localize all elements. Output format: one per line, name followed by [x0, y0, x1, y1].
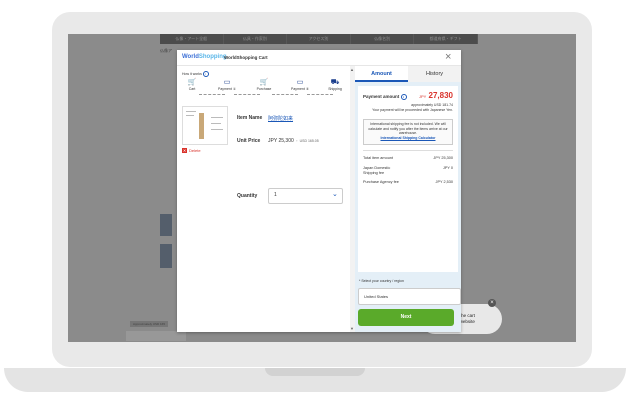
step-label: Purchase [256, 87, 272, 91]
step-label: Cart [188, 87, 196, 91]
step-connector [199, 94, 225, 95]
how-it-works-label: How it works [182, 72, 202, 76]
step-cart: 🛒 Cart [177, 78, 207, 91]
fee-row: Japan Domestic Shipping fee JPY 0 [363, 166, 453, 176]
item-name-link[interactable]: 阿弥陀如来 [268, 115, 293, 122]
item-name-label: Item Name [237, 115, 263, 121]
scroll-down-icon[interactable]: ▼ [350, 326, 354, 331]
step-payment-2: ▭ Payment ② [285, 78, 315, 91]
step-connector [307, 94, 333, 95]
step-shipping: ⛟ Shipping [320, 78, 350, 91]
delete-button[interactable]: ✕ Delete [182, 148, 201, 153]
next-button[interactable]: Next [358, 309, 454, 326]
fee-label: Total item amount [363, 156, 393, 160]
product-text-line [211, 123, 221, 124]
card-icon: ▭ [296, 79, 304, 86]
step-label: Shipping [328, 87, 342, 91]
product-text-line [186, 111, 196, 112]
step-connector [272, 94, 298, 95]
payment-value: 27,830 [428, 91, 453, 100]
cart-icon: 🛒 [187, 79, 197, 86]
cart-modal: WorldShopping WorldShopping Cart × How i… [177, 50, 461, 332]
chevron-down-icon: ⌄ [332, 191, 338, 198]
country-label: * Select your country / region [359, 279, 404, 283]
product-text-line [186, 115, 194, 116]
step-label: Payment ② [291, 87, 309, 91]
progress-steps: 🛒 Cart ▭ Payment ① 🛒 Purchase ▭ Payment … [177, 78, 355, 103]
fee-value: JPY 2,530 [435, 180, 453, 184]
product-figure [199, 113, 204, 139]
fee-label: Japan Domestic Shipping fee [363, 166, 391, 175]
payment-amount-label: Payment amount i [363, 94, 407, 100]
fee-row: Total item amount JPY 25,300 [363, 156, 453, 162]
quantity-value: 1 [274, 192, 277, 198]
step-label: Payment ① [218, 87, 236, 91]
approx-usd: approximately USD 181.74 [411, 103, 453, 107]
laptop-notch [265, 368, 365, 376]
fee-value: JPY 0 [442, 166, 453, 170]
unit-price: JPY 25,300 ・ USD 165.05 [268, 138, 319, 144]
modal-header: WorldShopping WorldShopping Cart × [177, 50, 461, 66]
card-icon: ▭ [223, 79, 231, 86]
fee-label: Purchase Agency fee [363, 180, 399, 184]
logo-shopping: Shopping [198, 54, 227, 60]
shipping-calculator-link[interactable]: International Shipping Calculator [366, 136, 450, 141]
quantity-label: Quantity [237, 193, 258, 199]
cart-items-pane: How it works i 🛒 Cart ▭ Payment ① 🛒 Purc… [177, 66, 355, 332]
unit-price-label: Unit Price [237, 138, 261, 144]
amount-card: Payment amount i JPY 27,830 approximatel… [358, 86, 458, 272]
quantity-select[interactable]: 1 ⌄ [268, 188, 343, 204]
scroll-up-icon[interactable]: ▲ [350, 67, 354, 72]
product-text-line [211, 117, 223, 118]
step-purchase: 🛒 Purchase [249, 78, 279, 91]
product-text-line [211, 129, 223, 130]
payment-amount-text: Payment amount [363, 94, 400, 99]
close-icon[interactable]: × [445, 51, 451, 63]
unit-price-usd: ・ USD 165.05 [295, 139, 319, 143]
intl-shipping-text: International shipping fee is not includ… [368, 122, 448, 135]
product-image[interactable] [182, 106, 228, 145]
worldshopping-logo: WorldShopping [182, 54, 227, 60]
unit-price-jpy: JPY 25,300 [268, 138, 294, 144]
summary-pane: Amount History Payment amount i JPY 27,8… [355, 66, 461, 332]
payment-currency: JPY [418, 94, 427, 99]
tab-history[interactable]: History [408, 66, 461, 82]
tab-amount[interactable]: Amount [355, 66, 408, 82]
step-connector [234, 94, 260, 95]
truck-icon: ⛟ [330, 79, 340, 86]
delete-label: Delete [189, 148, 201, 153]
country-select[interactable]: United States [358, 288, 461, 305]
purchase-cart-icon: 🛒 [259, 79, 269, 86]
intl-shipping-note: International shipping fee is not includ… [363, 119, 453, 145]
fee-value: JPY 25,300 [433, 156, 453, 160]
modal-title: WorldShopping Cart [224, 55, 268, 60]
fee-row: Purchase Agency fee JPY 2,530 [363, 180, 453, 186]
divider [363, 150, 453, 151]
payment-amount: JPY 27,830 [419, 91, 453, 100]
promo-close-icon[interactable]: × [488, 299, 496, 307]
info-icon[interactable]: i [400, 94, 407, 100]
how-it-works[interactable]: How it works i [182, 71, 209, 77]
laptop-screen: 仏像・アート全般 仏具・作家別 アクセス別 仏像名別 都道府県・ギフト 仏像ア … [68, 34, 576, 342]
logo-world: World [182, 54, 199, 60]
trash-icon: ✕ [182, 148, 187, 153]
step-payment-1: ▭ Payment ① [212, 78, 242, 91]
info-icon[interactable]: i [202, 71, 209, 77]
yen-note: Your payment will be proceeded with Japa… [372, 108, 453, 112]
